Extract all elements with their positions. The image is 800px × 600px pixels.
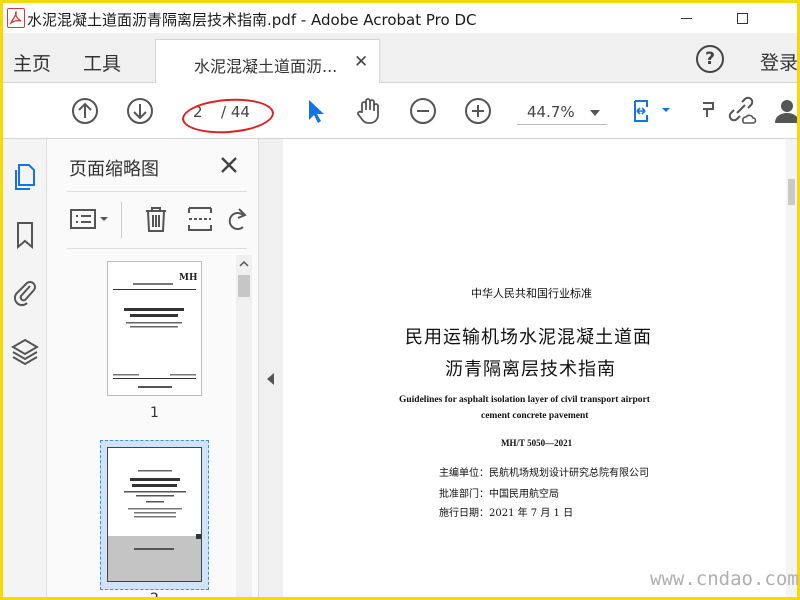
insert-page-icon xyxy=(188,207,212,231)
title-bar: 水泥混凝土道面沥青隔离层技术指南.pdf - Adobe Acrobat Pro… xyxy=(3,3,797,33)
help-icon[interactable]: ? xyxy=(696,45,724,73)
thumbnail-scrollbar[interactable] xyxy=(236,255,252,597)
site-watermark: www.cndao.com xyxy=(650,568,799,590)
panel-collapse-strip[interactable] xyxy=(259,139,283,597)
document-tab-label: 水泥混凝土道面沥... xyxy=(194,57,338,76)
hand-tool-button[interactable] xyxy=(353,95,385,127)
share-link-button[interactable] xyxy=(725,95,757,127)
measure-icon xyxy=(703,102,714,117)
user-account-button[interactable] xyxy=(771,95,797,127)
doc-english-title-1: Guidelines for asphalt isolation layer o… xyxy=(399,395,650,405)
page-fit-button[interactable] xyxy=(631,95,675,127)
page-thumbnails-panel: 页面缩略图 MH 1 xyxy=(47,139,259,597)
menu-tab-bar: 主页 工具 水泥混凝土道面沥... ✕ ? 登录 xyxy=(3,33,797,83)
previous-page-button[interactable] xyxy=(69,95,101,127)
link-cloud-icon xyxy=(728,96,757,124)
main-toolbar: 2 / 44 44.7% xyxy=(3,83,797,139)
page-thumbnail[interactable]: MH xyxy=(107,261,202,396)
zoom-in-button[interactable] xyxy=(462,95,494,127)
page-thumbnail-selected[interactable] xyxy=(107,447,202,582)
doc-header: 中华人民共和国行业标准 xyxy=(471,287,592,300)
rotate-icon xyxy=(228,208,247,230)
document-scrollbar[interactable] xyxy=(786,139,797,597)
svg-text:MH: MH xyxy=(179,273,198,283)
select-tool-button[interactable] xyxy=(299,95,331,127)
chevron-down-icon xyxy=(590,110,600,116)
menu-tools[interactable]: 工具 xyxy=(83,49,121,76)
doc-english-title-2: cement concrete pavement xyxy=(481,411,589,421)
document-scrollbar-thumb[interactable] xyxy=(788,179,795,205)
zoom-level-dropdown[interactable]: 44.7% xyxy=(517,99,607,125)
next-page-button[interactable] xyxy=(124,95,156,127)
measure-tool-button[interactable] xyxy=(701,95,715,127)
thumbnail-toolbar xyxy=(67,191,247,249)
minimize-button[interactable] xyxy=(663,3,709,33)
minus-circle-icon xyxy=(410,98,436,124)
acrobat-app-icon xyxy=(7,8,25,28)
close-tab-icon[interactable]: ✕ xyxy=(354,52,368,72)
thumbnail-scrollbar-thumb[interactable] xyxy=(238,275,250,297)
arrow-down-circle-icon xyxy=(127,98,153,124)
thumbnail-page-preview xyxy=(108,470,201,581)
bookmarks-button[interactable] xyxy=(9,219,41,251)
zoom-level-value: 44.7% xyxy=(527,103,575,121)
delete-page-button[interactable] xyxy=(141,204,171,234)
thumbnail-page-preview: MH xyxy=(113,273,198,388)
thumbnail-page-number: 2 xyxy=(150,591,159,597)
cursor-arrow-icon xyxy=(309,100,324,123)
login-button[interactable]: 登录 xyxy=(760,48,797,75)
fit-page-icon xyxy=(634,100,670,122)
maximize-icon xyxy=(736,12,748,24)
minimize-icon xyxy=(680,17,692,19)
pages-icon xyxy=(15,164,35,190)
plus-circle-icon xyxy=(465,98,491,124)
arrow-up-circle-icon xyxy=(72,98,98,124)
menu-home[interactable]: 主页 xyxy=(13,49,51,76)
navigation-rail xyxy=(3,139,47,597)
doc-editor: 主编单位：民航机场规划设计研究总院有限公司 xyxy=(439,468,649,479)
attachments-button[interactable] xyxy=(9,275,41,307)
list-options-icon xyxy=(70,209,108,229)
bookmark-icon xyxy=(17,222,33,250)
user-icon xyxy=(775,100,797,123)
document-tab[interactable]: 水泥混凝土道面沥... ✕ xyxy=(155,39,380,83)
layers-icon xyxy=(11,338,39,366)
close-panel-icon[interactable] xyxy=(217,153,241,177)
doc-standard-code: MH/T 5050—2021 xyxy=(501,438,573,448)
paperclip-icon xyxy=(13,281,36,307)
doc-effective-date: 施行日期：2021 年 7 月 1 日 xyxy=(439,508,574,519)
document-view[interactable]: 中华人民共和国行业标准 民用运输机场水泥混凝土道面 沥青隔离层技术指南 Guid… xyxy=(283,139,797,597)
window-title: 水泥混凝土道面沥青隔离层技术指南.pdf - Adobe Acrobat Pro… xyxy=(27,11,477,29)
zoom-out-button[interactable] xyxy=(407,95,439,127)
thumbnail-options-button[interactable] xyxy=(69,204,113,234)
page-thumbnails-button[interactable] xyxy=(9,161,41,193)
insert-page-button[interactable] xyxy=(185,204,215,234)
toolbar-divider xyxy=(121,202,122,238)
scroll-up-icon xyxy=(239,260,249,267)
doc-approver: 批准部门：中国民用航空局 xyxy=(439,489,559,500)
doc-title-line-1: 民用运输机场水泥混凝土道面 xyxy=(405,327,652,348)
doc-title-line-2: 沥青隔离层技术指南 xyxy=(445,359,616,380)
pdf-page: 中华人民共和国行业标准 民用运输机场水泥混凝土道面 沥青隔离层技术指南 Guid… xyxy=(283,139,786,597)
maximize-button[interactable] xyxy=(719,3,765,33)
rotate-page-button[interactable] xyxy=(225,204,247,234)
acrobat-window: 水泥混凝土道面沥青隔离层技术指南.pdf - Adobe Acrobat Pro… xyxy=(3,3,797,597)
collapse-left-icon xyxy=(267,373,274,385)
panel-title: 页面缩略图 xyxy=(69,159,159,180)
thumbnail-page-number: 1 xyxy=(150,405,159,421)
trash-icon xyxy=(146,207,166,232)
layers-button[interactable] xyxy=(9,335,41,367)
hand-icon xyxy=(357,98,379,124)
